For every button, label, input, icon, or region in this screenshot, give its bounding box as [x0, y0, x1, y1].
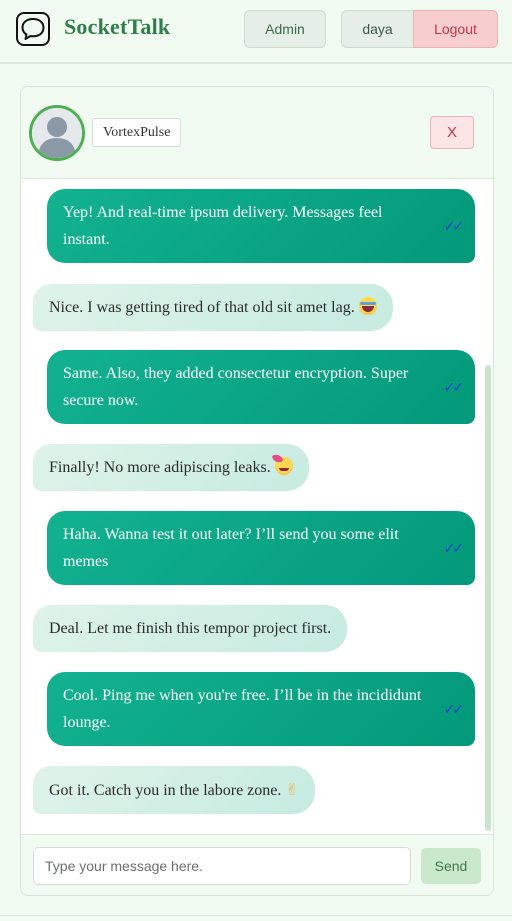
close-chat-button[interactable]: X [430, 116, 474, 149]
app-brand: SocketTalk [64, 14, 171, 39]
user-silhouette-icon [32, 108, 82, 158]
message-text: Finally! No more adipiscing leaks. [49, 459, 271, 476]
message-text: Haha. Wanna test it out later? I’ll send… [63, 526, 399, 570]
message-list[interactable]: Yep! And real-time ipsum delivery. Messa… [21, 179, 493, 834]
message-text: Cool. Ping me when you're free. I’ll be … [63, 687, 422, 731]
message-sent: Yep! And real-time ipsum delivery. Messa… [47, 189, 475, 263]
message-text: Yep! And real-time ipsum delivery. Messa… [63, 204, 383, 248]
read-receipt-icon: ✓✓ [443, 218, 465, 235]
chat-header: VortexPulse X [21, 87, 493, 179]
message-sent: Cool. Ping me when you're free. I’ll be … [47, 672, 475, 746]
read-receipt-icon: ✓✓ [443, 540, 465, 557]
contact-name: VortexPulse [92, 118, 182, 147]
message-sent: Haha. Wanna test it out later? I’ll send… [47, 511, 475, 585]
read-receipt-icon: ✓✓ [443, 701, 465, 718]
message-input[interactable] [33, 847, 411, 885]
message-sent: Same. Also, they added consectetur encry… [47, 350, 475, 424]
user-button[interactable]: daya [341, 10, 414, 48]
message-text: Nice. I was getting tired of that old si… [49, 299, 355, 316]
read-receipt-icon: ✓✓ [443, 379, 465, 396]
avatar[interactable] [29, 105, 85, 161]
laughing-emoji-icon [358, 297, 377, 315]
chat-window: VortexPulse X Yep! And real-time ipsum d… [20, 86, 494, 896]
message-received: Finally! No more adipiscing leaks. [33, 444, 309, 491]
composer: Send [21, 834, 493, 895]
top-navbar: SocketTalk Admin daya Logout [0, 0, 512, 64]
page-divider [0, 915, 512, 916]
logout-button[interactable]: Logout [413, 10, 498, 48]
message-received: Got it. Catch you in the labore zone. ✌ [33, 766, 315, 814]
message-received: Deal. Let me finish this tempor project … [33, 605, 348, 652]
message-text: Got it. Catch you in the labore zone. [49, 782, 282, 799]
scrollbar-thumb[interactable] [485, 365, 491, 831]
chat-bubble-icon [16, 12, 50, 46]
message-received: Nice. I was getting tired of that old si… [33, 284, 393, 331]
message-text: Same. Also, they added consectetur encry… [63, 365, 409, 409]
message-scrollbar[interactable] [485, 179, 491, 834]
admin-button[interactable]: Admin [244, 10, 326, 48]
victory-hand-emoji-icon: ✌ [285, 780, 299, 799]
send-button[interactable]: Send [421, 848, 481, 884]
message-text: Deal. Let me finish this tempor project … [49, 620, 332, 637]
partying-emoji-icon [274, 457, 293, 475]
